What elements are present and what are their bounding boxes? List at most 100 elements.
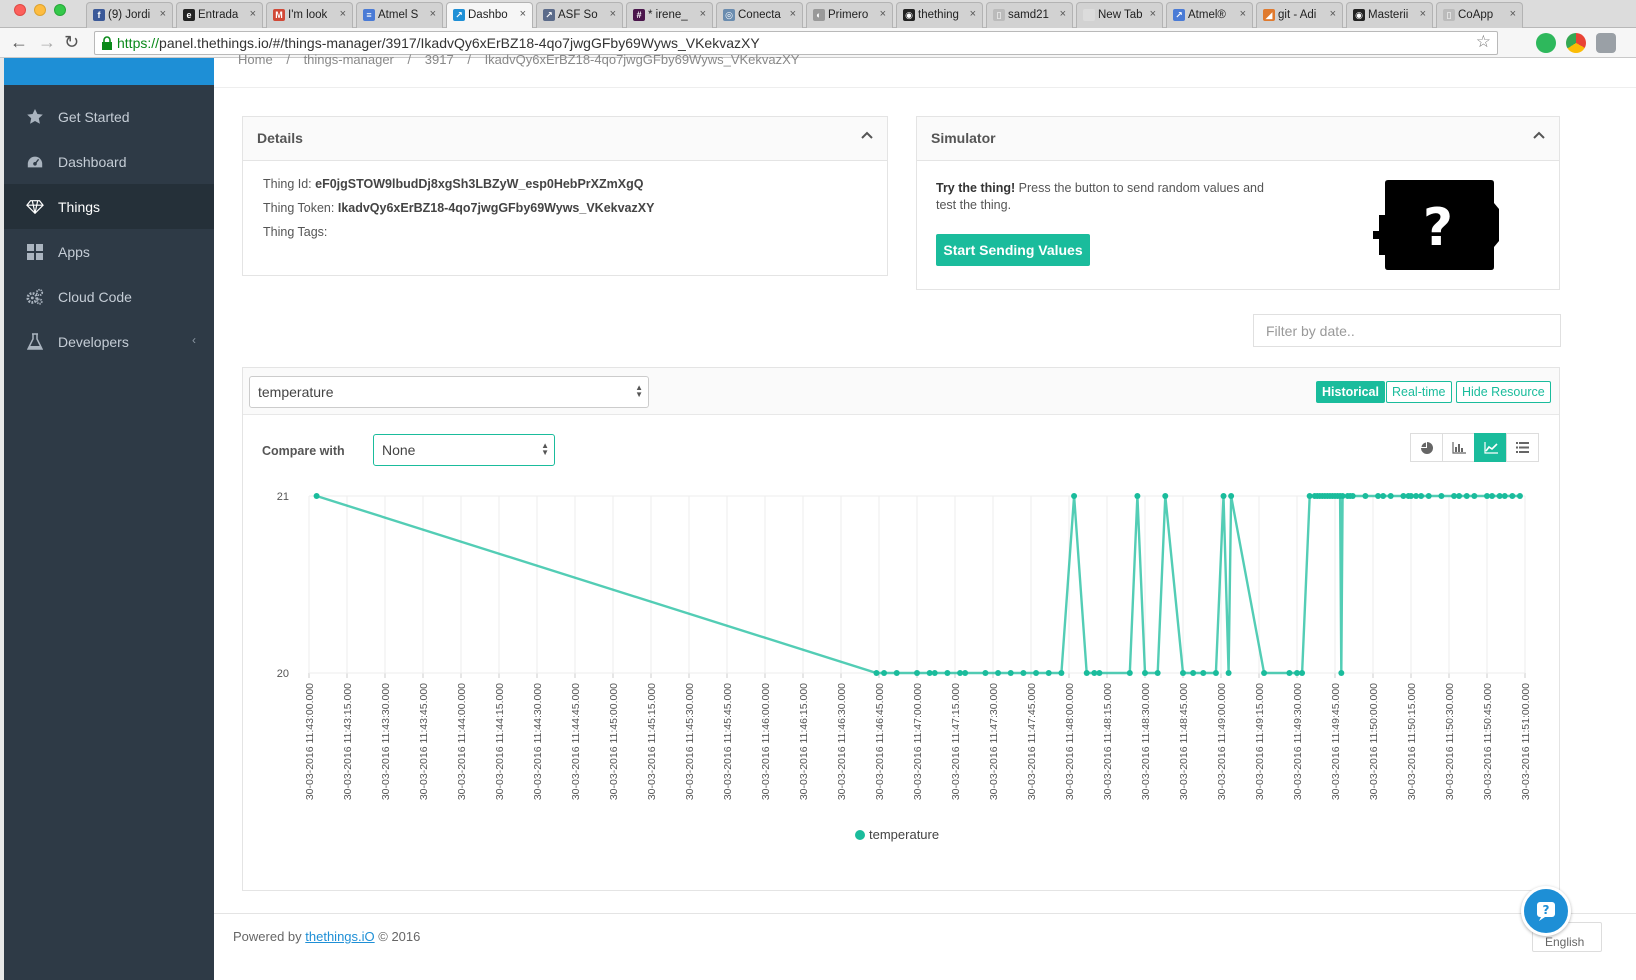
help-chat-button[interactable]: ? — [1521, 886, 1571, 936]
pie-chart-icon[interactable] — [1410, 433, 1443, 462]
browser-tab[interactable]: ≡ Atmel S × — [356, 2, 443, 28]
tab-close-icon[interactable]: × — [160, 8, 166, 20]
temperature-data-point — [962, 670, 969, 676]
tab-close-icon[interactable]: × — [610, 8, 616, 20]
line-chart-icon[interactable] — [1474, 433, 1507, 462]
browser-tab[interactable]: ↗ Dashbo × — [446, 2, 533, 28]
breadcrumb-home[interactable]: Home — [238, 52, 273, 67]
tab-close-icon[interactable]: × — [1510, 8, 1516, 20]
browser-tab[interactable]: ◢ git - Adi × — [1256, 2, 1343, 28]
window-close-button[interactable] — [14, 4, 26, 16]
temperature-data-point — [1286, 670, 1293, 676]
sidebar-item-dashboard[interactable]: Dashboard — [4, 139, 214, 184]
browser-tab[interactable]: ▯ samd21 × — [986, 2, 1073, 28]
sidebar-item-apps[interactable]: Apps — [4, 229, 214, 274]
tab-close-icon[interactable]: × — [520, 8, 526, 20]
sidebar-item-label: Dashboard — [58, 153, 127, 170]
breadcrumb-current: IkadvQy6xErBZ18-4qo7jwgGFby69Wyws_VKekva… — [484, 52, 800, 67]
chevron-left-icon[interactable]: ‹ — [192, 333, 196, 347]
sidebar-item-things[interactable]: Things — [4, 184, 214, 229]
sidebar-item-label: Developers — [58, 333, 129, 350]
filter-by-date-input[interactable] — [1253, 314, 1561, 347]
browser-tab[interactable]: e Entrada × — [176, 2, 263, 28]
temperature-data-point — [1134, 493, 1141, 499]
chart-x-tick-label: 30-03-2016 11:43:45.000 — [418, 683, 430, 800]
reload-icon[interactable]: ↻ — [64, 32, 79, 53]
footer: Powered by thethings.iO © 2016 English — [214, 913, 1636, 980]
footer-link[interactable]: thethings.iO — [305, 929, 374, 944]
chart-y-tick-label: 20 — [277, 668, 289, 680]
tab-close-icon[interactable]: × — [1150, 8, 1156, 20]
thing-token-label: Thing Token: — [263, 201, 335, 215]
tab-close-icon[interactable]: × — [1240, 8, 1246, 20]
tab-close-icon[interactable]: × — [1330, 8, 1336, 20]
breadcrumb-things-manager[interactable]: things-manager — [304, 52, 394, 67]
grid-icon — [26, 243, 44, 261]
bookmark-star-icon[interactable]: ☆ — [1476, 32, 1491, 52]
chevron-up-icon[interactable] — [1533, 129, 1545, 141]
window-minimize-button[interactable] — [34, 4, 46, 16]
temperature-data-point — [873, 670, 880, 676]
browser-tab[interactable]: ◐ Primero × — [806, 2, 893, 28]
window-zoom-button[interactable] — [54, 4, 66, 16]
compare-with-select[interactable]: None ▲ ▼ — [373, 434, 555, 466]
chevron-up-icon[interactable] — [861, 129, 873, 141]
thing-token-value: IkadvQy6xErBZ18-4qo7jwgGFby69Wyws_VKekva… — [337, 201, 655, 215]
browser-tab[interactable]: ◉ thething × — [896, 2, 983, 28]
details-panel-header: Details — [243, 117, 887, 161]
historical-button[interactable]: Historical — [1316, 381, 1385, 403]
hide-resource-button[interactable]: Hide Resource — [1456, 381, 1551, 403]
browser-tab[interactable]: New Tab × — [1076, 2, 1163, 28]
sidebar-item-developers[interactable]: Developers ‹ — [4, 319, 214, 364]
grammarly-extension-icon[interactable] — [1536, 33, 1556, 53]
sidebar-item-cloud-code[interactable]: Cloud Code — [4, 274, 214, 319]
tab-close-icon[interactable]: × — [1060, 8, 1066, 20]
browser-tab[interactable]: f (9) Jordi × — [86, 2, 173, 28]
temperature-data-point — [1225, 670, 1232, 676]
browser-tab-bar: f (9) Jordi × e Entrada × M I'm look × ≡ Atmel S × ↗… — [0, 0, 1636, 28]
chart-x-tick-label: 30-03-2016 11:46:30.000 — [836, 683, 848, 800]
browser-tab[interactable]: ▯ CoApp × — [1436, 2, 1523, 28]
chrome-extension-icon[interactable] — [1566, 33, 1586, 53]
sidebar-item-label: Things — [58, 198, 101, 215]
resource-chart-panel: temperature ▲ ▼ Historical Real-time Hide… — [242, 367, 1560, 891]
chart-x-tick-label: 30-03-2016 11:46:00.000 — [760, 683, 772, 800]
breadcrumb-id[interactable]: 3917 — [425, 52, 454, 67]
browser-tab[interactable]: ◎ Conecta × — [716, 2, 803, 28]
forward-icon[interactable]: → — [38, 32, 56, 53]
temperature-data-point — [1228, 493, 1235, 499]
tab-close-icon[interactable]: × — [250, 8, 256, 20]
tab-label: git - Adi — [1278, 9, 1317, 21]
temperature-data-point — [1020, 670, 1027, 676]
browser-tab[interactable]: M I'm look × — [266, 2, 353, 28]
realtime-button[interactable]: Real-time — [1386, 381, 1452, 403]
chart-x-tick-label: 30-03-2016 11:49:30.000 — [1292, 683, 1304, 800]
tab-close-icon[interactable]: × — [700, 8, 706, 20]
list-icon[interactable] — [1506, 433, 1539, 462]
tab-favicon-icon: ◢ — [1263, 9, 1275, 21]
tab-favicon-icon: f — [93, 9, 105, 21]
browser-tab[interactable]: ↗ Atmel® × — [1166, 2, 1253, 28]
browser-tab[interactable]: # * irene_ × — [626, 2, 713, 28]
chart-x-tick-label: 30-03-2016 11:51:00.000 — [1520, 683, 1532, 800]
resource-select[interactable]: temperature ▲ ▼ — [249, 376, 649, 408]
chart-legend[interactable]: temperature — [855, 827, 939, 842]
browser-tab[interactable]: ↗ ASF So × — [536, 2, 623, 28]
question-device-icon: ? — [1373, 180, 1499, 270]
tab-close-icon[interactable]: × — [790, 8, 796, 20]
tab-close-icon[interactable]: × — [880, 8, 886, 20]
sidebar-item-get-started[interactable]: Get Started — [4, 94, 214, 139]
svg-text:?: ? — [1423, 198, 1453, 258]
tab-close-icon[interactable]: × — [970, 8, 976, 20]
tab-close-icon[interactable]: × — [430, 8, 436, 20]
temperature-data-point — [881, 670, 888, 676]
bar-chart-icon[interactable] — [1442, 433, 1475, 462]
temperature-data-point — [1212, 670, 1219, 676]
tab-close-icon[interactable]: × — [340, 8, 346, 20]
thing-tags-label: Thing Tags: — [263, 225, 328, 239]
tab-close-icon[interactable]: × — [1420, 8, 1426, 20]
browser-tab[interactable]: ◉ Masterii × — [1346, 2, 1433, 28]
back-icon[interactable]: ← — [10, 32, 28, 53]
cloud-extension-icon[interactable] — [1596, 33, 1616, 53]
start-sending-values-button[interactable]: Start Sending Values — [936, 234, 1090, 266]
